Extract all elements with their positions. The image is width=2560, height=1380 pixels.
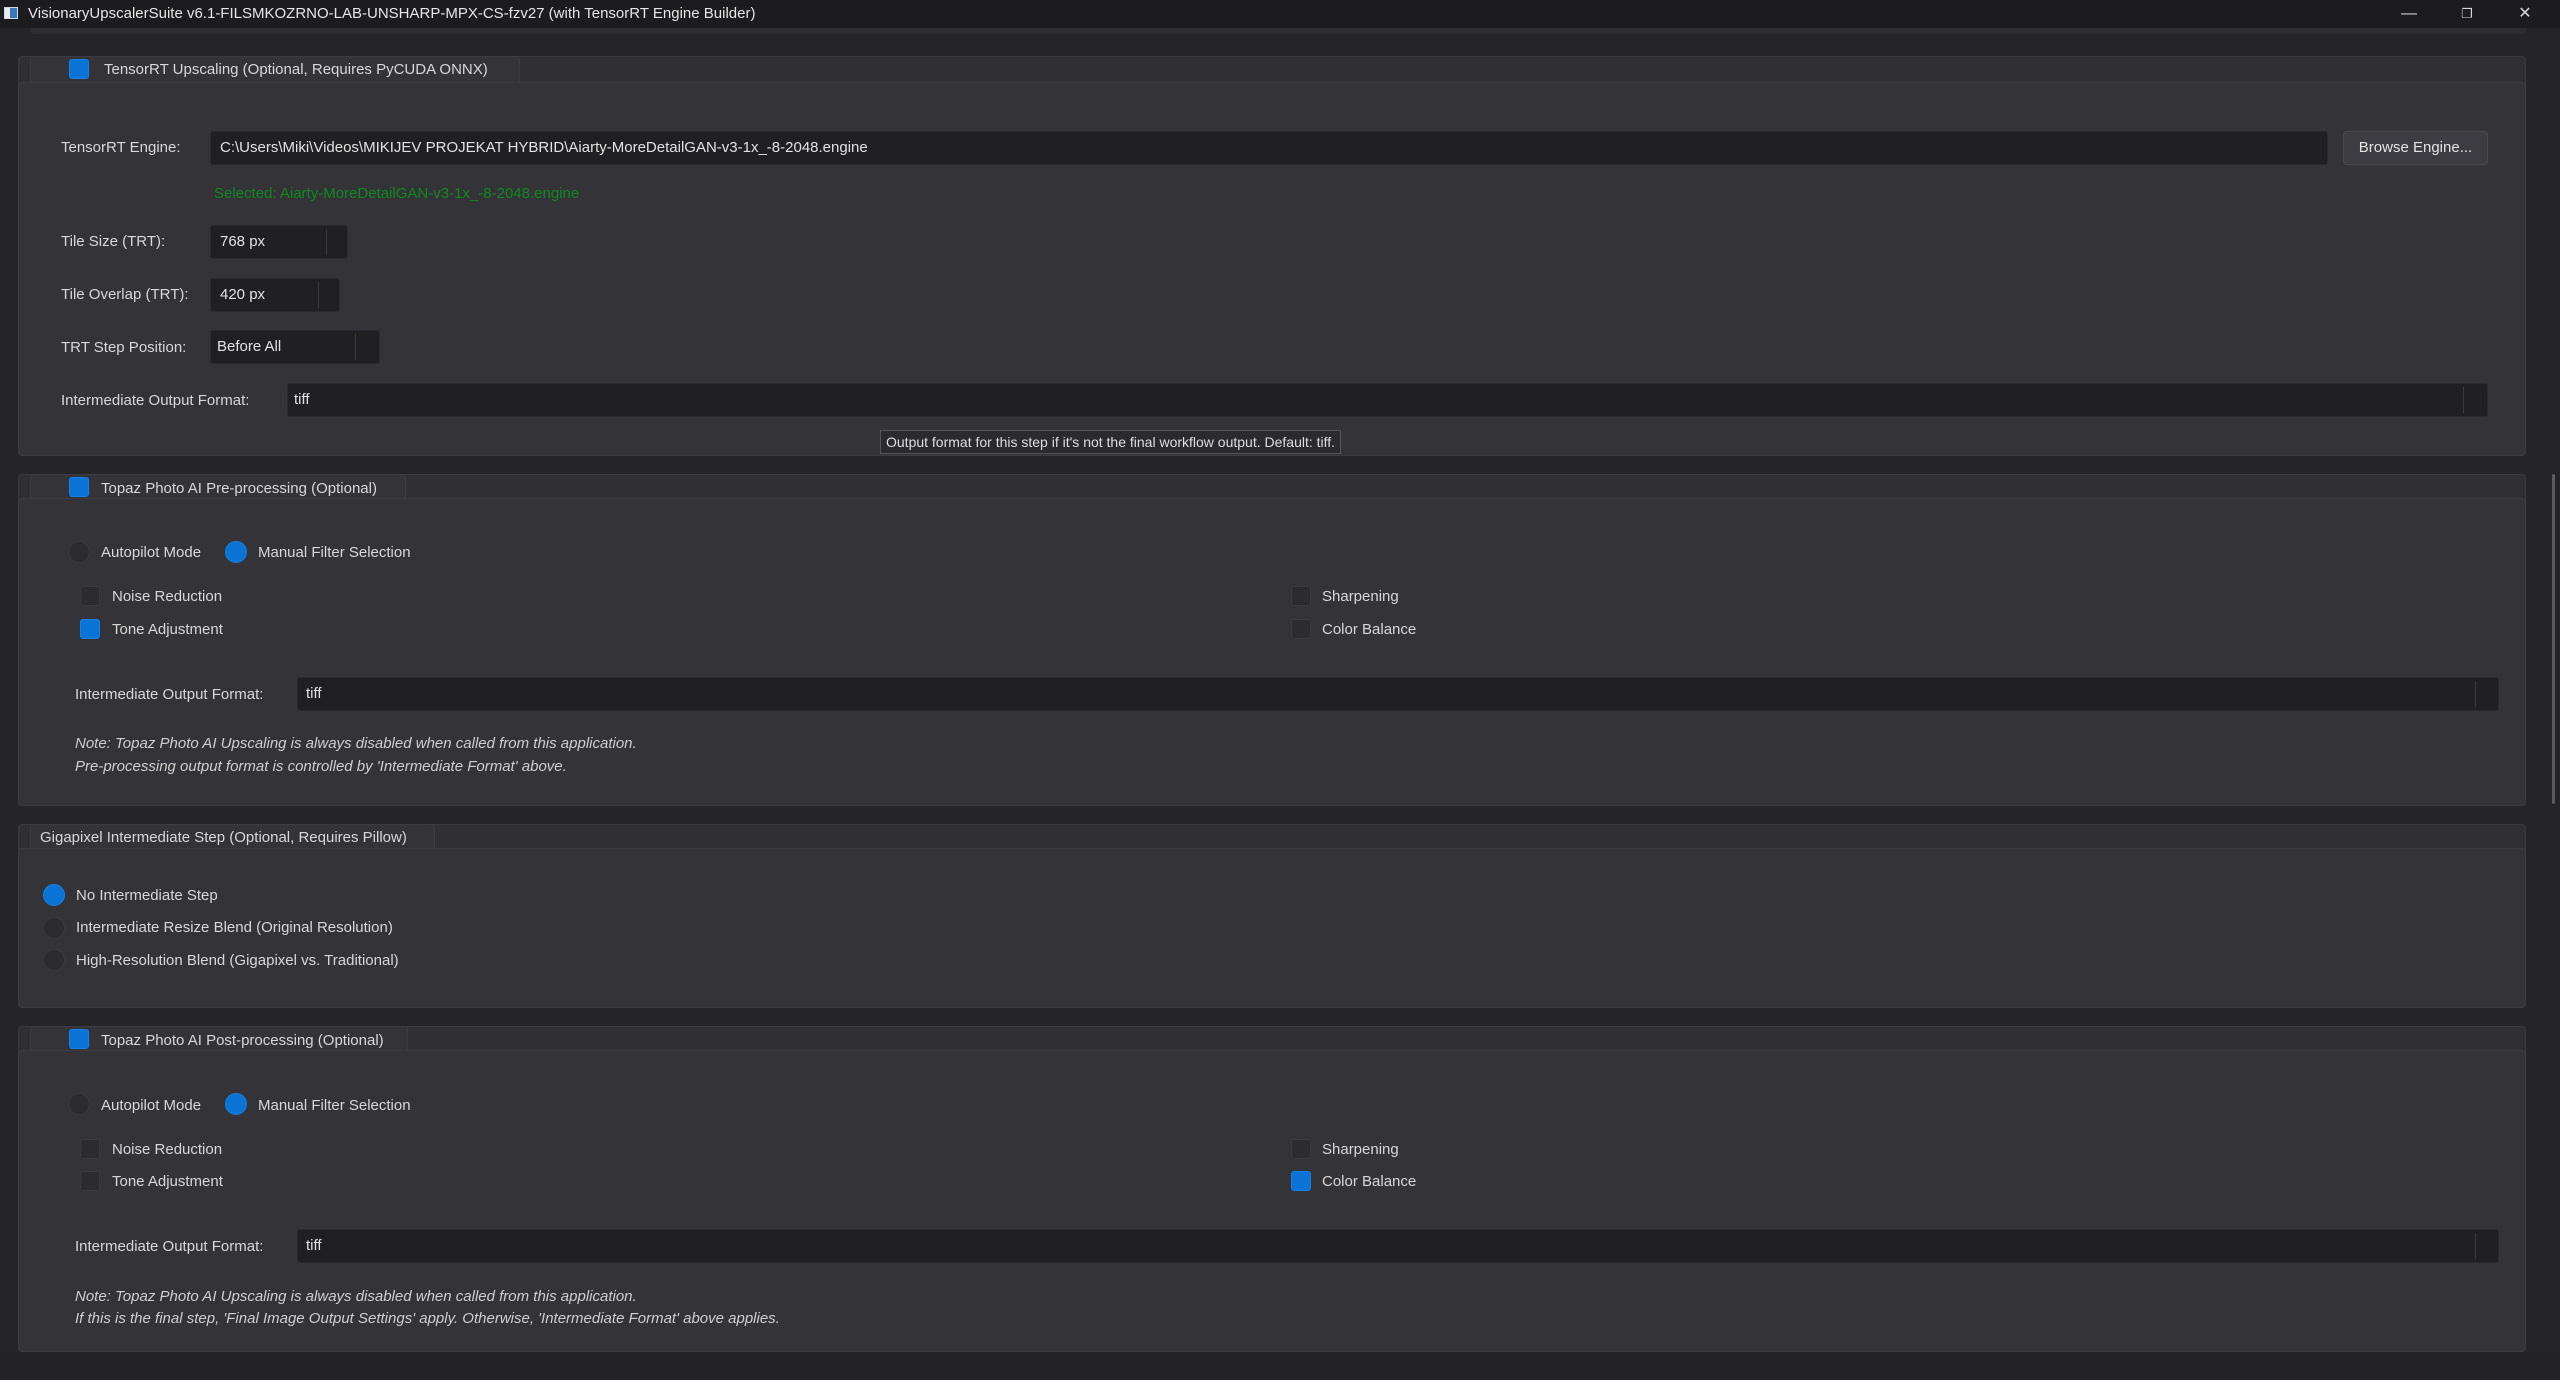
tile-overlap-spinbox[interactable]: 420 px: [210, 278, 340, 312]
pre-color-checkbox[interactable]: [1291, 619, 1311, 639]
post-processing-checkbox-label: Topaz Photo AI Post-processing (Optional…: [101, 1032, 384, 1049]
browse-engine-button[interactable]: Browse Engine...: [2343, 131, 2488, 165]
gigapixel-panel: [18, 848, 2526, 1008]
post-sharpen-checkbox[interactable]: [1291, 1139, 1311, 1159]
chevron-down-icon: [2475, 681, 2476, 707]
minimize-button[interactable]: —: [2380, 0, 2438, 28]
pre-output-format-combo[interactable]: tiff: [297, 677, 2499, 711]
tile-size-label: Tile Size (TRT):: [61, 233, 166, 250]
engine-label: TensorRT Engine:: [61, 139, 181, 156]
trt-output-format-value: tiff: [294, 391, 310, 408]
giga-no-step-radio[interactable]: [43, 884, 65, 906]
scrollbar-thumb[interactable]: [2552, 474, 2555, 804]
pre-output-format-value: tiff: [306, 685, 322, 702]
pre-note-2: Pre-processing output format is controll…: [75, 758, 567, 775]
post-manual-radio[interactable]: [225, 1093, 247, 1115]
tensorrt-checkbox-label: TensorRT Upscaling (Optional, Requires P…: [104, 61, 488, 78]
post-autopilot-label: Autopilot Mode: [101, 1097, 202, 1114]
pre-manual-label: Manual Filter Selection: [258, 544, 411, 561]
post-tone-label: Tone Adjustment: [112, 1173, 223, 1190]
chevron-down-icon: [2475, 1233, 2476, 1259]
gigapixel-title: Gigapixel Intermediate Step (Optional, R…: [40, 829, 407, 846]
restore-button[interactable]: ❐: [2438, 0, 2496, 28]
tile-overlap-value: 420 px: [220, 286, 266, 303]
bottom-bar: [0, 1352, 2560, 1380]
close-button[interactable]: ✕: [2496, 0, 2554, 28]
pre-tone-checkbox[interactable]: [80, 619, 100, 639]
pre-tone-label: Tone Adjustment: [112, 621, 223, 638]
pre-manual-radio[interactable]: [225, 541, 247, 563]
previous-section-edge: [30, 28, 2526, 34]
step-position-label: TRT Step Position:: [61, 339, 187, 356]
chevron-down-icon: [2463, 387, 2464, 413]
output-format-tooltip: Output format for this step if it's not …: [880, 430, 1342, 454]
post-noise-checkbox[interactable]: [80, 1139, 100, 1159]
tile-overlap-label: Tile Overlap (TRT):: [61, 286, 189, 303]
post-tone-checkbox[interactable]: [80, 1171, 100, 1191]
post-output-format-value: tiff: [306, 1237, 322, 1254]
engine-path-field[interactable]: C:\Users\Miki\Videos\MIKIJEV PROJEKAT HY…: [210, 131, 2328, 165]
post-noise-label: Noise Reduction: [112, 1141, 223, 1158]
giga-highres-blend-radio[interactable]: [43, 949, 65, 971]
post-processing-checkbox[interactable]: [69, 1029, 89, 1049]
engine-selected-status: Selected: Aiarty-MoreDetailGAN-v3-1x_-8-…: [214, 185, 580, 202]
spin-arrows: [326, 229, 327, 255]
post-output-format-label: Intermediate Output Format:: [75, 1238, 264, 1255]
post-color-checkbox[interactable]: [1291, 1171, 1311, 1191]
pre-noise-checkbox[interactable]: [80, 586, 100, 606]
pre-autopilot-label: Autopilot Mode: [101, 544, 202, 561]
pre-sharpen-checkbox[interactable]: [1291, 586, 1311, 606]
post-note-2: If this is the final step, 'Final Image …: [75, 1310, 780, 1327]
trt-output-format-label: Intermediate Output Format:: [61, 392, 250, 409]
post-note-1: Note: Topaz Photo AI Upscaling is always…: [75, 1288, 637, 1305]
pre-output-format-label: Intermediate Output Format:: [75, 686, 264, 703]
step-position-value: Before All: [217, 338, 282, 355]
post-sharpen-label: Sharpening: [1322, 1141, 1399, 1158]
spin-arrows: [318, 282, 319, 308]
post-color-label: Color Balance: [1322, 1173, 1417, 1190]
window-title: VisionaryUpscalerSuite v6.1-FILSMKOZRNO-…: [28, 5, 756, 22]
pre-noise-label: Noise Reduction: [112, 588, 223, 605]
trt-output-format-combo[interactable]: tiff: [287, 383, 2488, 417]
tile-size-spinbox[interactable]: 768 px: [210, 225, 348, 259]
post-autopilot-radio[interactable]: [68, 1093, 90, 1115]
pre-note-1: Note: Topaz Photo AI Upscaling is always…: [75, 735, 637, 752]
tile-size-value: 768 px: [220, 233, 266, 250]
app-icon: [4, 7, 18, 19]
pre-sharpen-label: Sharpening: [1322, 588, 1399, 605]
giga-highres-blend-label: High-Resolution Blend (Gigapixel vs. Tra…: [76, 952, 399, 969]
pre-processing-checkbox[interactable]: [69, 477, 89, 497]
pre-processing-checkbox-label: Topaz Photo AI Pre-processing (Optional): [101, 480, 377, 497]
giga-resize-blend-radio[interactable]: [43, 917, 65, 939]
chevron-down-icon: [355, 334, 356, 360]
post-output-format-combo[interactable]: tiff: [297, 1229, 2499, 1263]
post-manual-label: Manual Filter Selection: [258, 1097, 411, 1114]
giga-resize-blend-label: Intermediate Resize Blend (Original Reso…: [76, 919, 393, 936]
pre-autopilot-radio[interactable]: [68, 541, 90, 563]
step-position-combo[interactable]: Before All: [210, 330, 380, 364]
tensorrt-checkbox[interactable]: [69, 59, 89, 79]
post-processing-panel: [18, 1050, 2526, 1352]
giga-no-step-label: No Intermediate Step: [76, 887, 218, 904]
pre-color-label: Color Balance: [1322, 621, 1417, 638]
